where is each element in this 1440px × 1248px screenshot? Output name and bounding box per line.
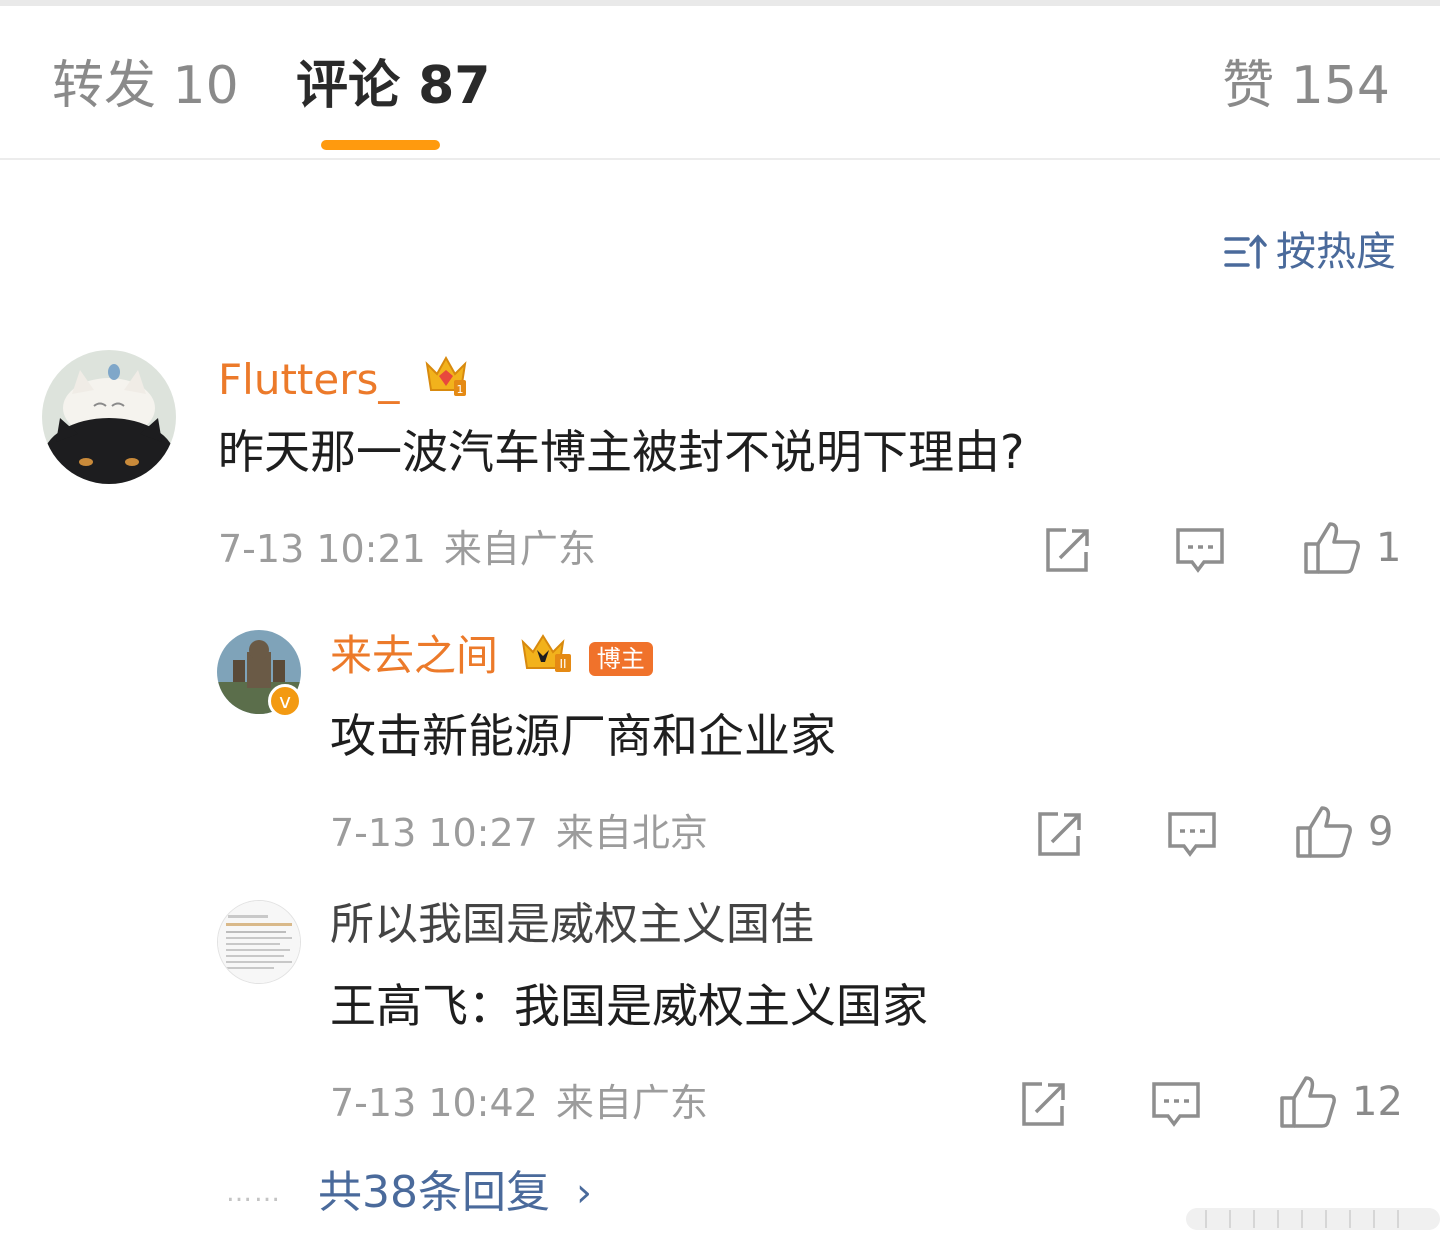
reply-time: 7-13 10:42 bbox=[330, 1081, 538, 1125]
like-count: 12 bbox=[1352, 1079, 1403, 1125]
share-icon[interactable] bbox=[1016, 1076, 1072, 1132]
reply-meta: 7-13 10:27 来自北京 bbox=[330, 810, 726, 856]
tab-like[interactable]: 赞 154 bbox=[1222, 56, 1390, 116]
comment-username[interactable]: Flutters_ 1 bbox=[218, 350, 471, 405]
share-icon[interactable] bbox=[1032, 806, 1088, 862]
tab-repost[interactable]: 转发 10 bbox=[52, 56, 239, 116]
reply-time: 7-13 10:27 bbox=[330, 811, 538, 855]
tab-comment[interactable]: 评论 87 bbox=[296, 56, 490, 116]
blogger-badge: 博主 bbox=[588, 641, 653, 676]
total-replies-link[interactable]: 共38条回复 bbox=[318, 1166, 550, 1220]
verified-badge-icon: v bbox=[268, 684, 302, 718]
avatar[interactable] bbox=[42, 350, 176, 484]
like-button[interactable]: 12 bbox=[1278, 1074, 1403, 1130]
share-icon[interactable] bbox=[1040, 522, 1096, 578]
comment-time: 7-13 10:21 bbox=[218, 527, 426, 571]
thumbs-up-icon bbox=[1296, 806, 1352, 858]
dots-separator: …… bbox=[226, 1178, 282, 1208]
svg-text:1: 1 bbox=[456, 383, 463, 396]
avatar[interactable] bbox=[217, 900, 301, 984]
tab-bar: 转发 10 评论 87 赞 154 bbox=[0, 6, 1440, 160]
thumbs-up-icon bbox=[1304, 522, 1360, 574]
comment-meta: 7-13 10:21 来自广东 bbox=[218, 526, 614, 572]
reply-username[interactable]: 所以我国是威权主义国佳 bbox=[330, 898, 814, 952]
reply-meta: 7-13 10:42 来自广东 bbox=[330, 1080, 726, 1126]
comment-reply-icon[interactable] bbox=[1172, 522, 1228, 578]
reply-username[interactable]: 来去之间 II 博主 bbox=[330, 630, 653, 681]
comment-text: 昨天那一波汽车博主被封不说明下理由? bbox=[218, 425, 1025, 479]
sort-button[interactable]: 按热度 bbox=[1224, 228, 1396, 276]
like-button[interactable]: 9 bbox=[1294, 804, 1393, 860]
like-button[interactable]: 1 bbox=[1302, 520, 1401, 576]
reply-text: 攻击新能源厂商和企业家 bbox=[330, 709, 836, 763]
crown-badge-icon: 1 bbox=[425, 355, 467, 396]
reply-location: 来自广东 bbox=[555, 1081, 708, 1125]
like-count: 1 bbox=[1376, 525, 1402, 571]
active-tab-indicator bbox=[321, 140, 440, 150]
comment-location: 来自广东 bbox=[443, 527, 596, 571]
edge-handle-indicator bbox=[1186, 1208, 1440, 1230]
sort-label: 按热度 bbox=[1276, 229, 1396, 275]
reply-text: 王高飞：我国是威权主义国家 bbox=[330, 979, 928, 1033]
comment-reply-icon[interactable] bbox=[1164, 806, 1220, 862]
svg-text:II: II bbox=[560, 657, 567, 671]
thumbs-up-icon bbox=[1280, 1076, 1336, 1128]
chevron-right-icon: › bbox=[576, 1170, 592, 1216]
crown-badge-icon: II bbox=[521, 634, 572, 672]
reply-location: 来自北京 bbox=[555, 811, 708, 855]
like-count: 9 bbox=[1368, 809, 1394, 855]
sort-icon bbox=[1224, 234, 1267, 269]
comment-reply-icon[interactable] bbox=[1148, 1076, 1204, 1132]
more-replies-row[interactable]: …… 共38条回复 › bbox=[226, 1166, 592, 1220]
